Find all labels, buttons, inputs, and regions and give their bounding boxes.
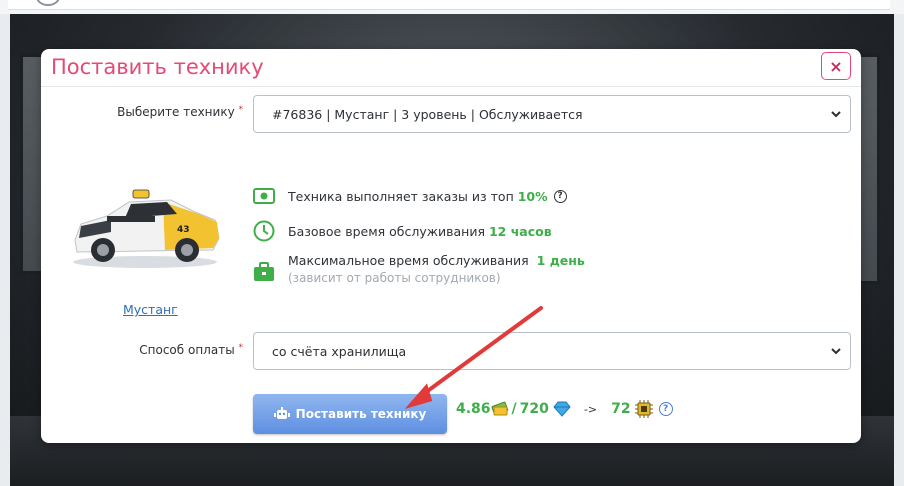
- required-mark: *: [238, 105, 244, 115]
- modal-title: Поставить технику: [51, 55, 264, 79]
- briefcase-icon: [253, 261, 275, 283]
- base-time-text: Базовое время обслуживания: [288, 223, 485, 239]
- chevron-down-icon: [831, 348, 841, 355]
- top-bar: [8, 0, 890, 10]
- logo-icon: [36, 0, 60, 6]
- orders-text: Техника выполняет заказы из топ: [288, 188, 514, 204]
- money-icon: [253, 185, 275, 207]
- equipment-select[interactable]: #76836 | Мустанг | 3 уровень | Обслужива…: [253, 95, 851, 133]
- equipment-label: Выберите технику: [117, 105, 235, 119]
- place-equipment-label: Поставить технику: [295, 407, 427, 421]
- close-icon: ×: [829, 56, 843, 76]
- car-badge-number: 43: [177, 225, 190, 235]
- payment-label: Способ оплаты: [139, 343, 235, 357]
- payment-select-value: со счёта хранилища: [272, 343, 407, 359]
- diamond-icon: [553, 401, 571, 417]
- place-equipment-modal: Поставить технику × Выберите технику * #…: [41, 49, 861, 443]
- chevron-down-icon: [831, 111, 841, 118]
- money-stack-icon: [491, 401, 508, 416]
- equipment-label-wrap: Выберите технику *: [101, 105, 243, 119]
- max-time-note: (зависит от работы сотрудников): [288, 271, 501, 285]
- help-icon[interactable]: ?: [553, 189, 567, 203]
- help-icon[interactable]: ?: [658, 402, 673, 416]
- cost-money: 4.86: [456, 401, 491, 417]
- car-name-link[interactable]: Мустанг: [123, 302, 178, 317]
- modal-header: Поставить технику ×: [41, 49, 861, 87]
- info-base-time: Базовое время обслуживания 12 часов: [253, 220, 552, 242]
- max-time-text: Максимальное время обслуживания: [288, 253, 529, 268]
- max-time-block: Максимальное время обслуживания 1 день (…: [288, 253, 585, 285]
- cost-block: 4.86 / 720 -> 72 ?: [456, 400, 673, 418]
- orders-value: 10%: [517, 188, 548, 204]
- payment-label-wrap: Способ оплаты *: [101, 343, 243, 357]
- max-time-value: 1 день: [536, 253, 585, 268]
- conversion-arrow: ->: [583, 402, 598, 416]
- car-image: 43: [73, 189, 220, 268]
- result-chips: 72: [611, 401, 631, 417]
- cost-separator: /: [511, 401, 517, 417]
- cost-gems: 720: [519, 401, 549, 417]
- info-max-time: Максимальное время обслуживания 1 день (…: [253, 253, 585, 285]
- equipment-select-value: #76836 | Мустанг | 3 уровень | Обслужива…: [272, 106, 583, 122]
- payment-select[interactable]: со счёта хранилища: [253, 332, 851, 370]
- chip-icon: [634, 400, 653, 418]
- required-mark: *: [238, 343, 244, 353]
- place-equipment-button[interactable]: Поставить технику: [253, 394, 447, 434]
- clock-icon: [253, 220, 275, 242]
- base-time-value: 12 часов: [488, 223, 552, 239]
- robot-icon: [273, 407, 290, 419]
- info-orders: Техника выполняет заказы из топ 10% ?: [253, 185, 567, 207]
- close-button[interactable]: ×: [821, 52, 851, 80]
